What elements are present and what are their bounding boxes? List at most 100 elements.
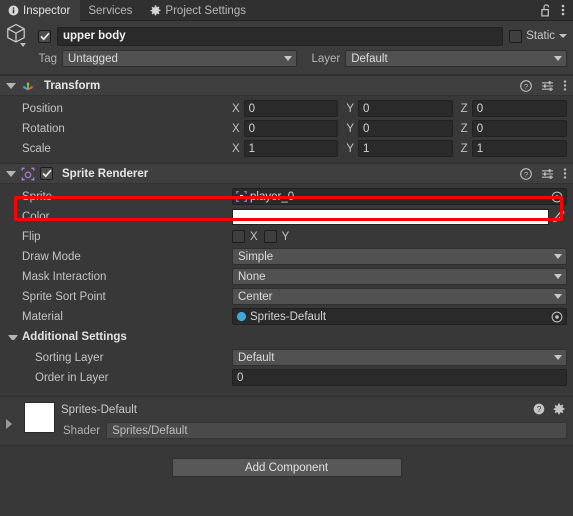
axis-y-label: Y xyxy=(346,142,354,155)
padlock-open-icon[interactable] xyxy=(541,3,552,17)
add-component-area: Add Component xyxy=(0,446,573,477)
layer-dropdown[interactable]: Default xyxy=(345,50,567,67)
draw-mode-dropdown[interactable]: Simple xyxy=(232,248,567,265)
flip-x-group[interactable]: X xyxy=(232,230,264,243)
kebab-menu-icon[interactable] xyxy=(561,3,565,17)
gear-icon[interactable] xyxy=(553,403,565,415)
scale-x-input[interactable]: 1 xyxy=(243,140,339,157)
scale-label: Scale xyxy=(22,142,51,155)
static-label: Static xyxy=(526,30,555,42)
sprite-label: Sprite xyxy=(22,190,53,203)
axis-z-label: Z xyxy=(460,122,468,135)
sorting-layer-label: Sorting Layer xyxy=(35,351,104,364)
sprite-sort-point-dropdown[interactable]: Center xyxy=(232,288,567,305)
kebab-menu-icon[interactable] xyxy=(563,79,567,92)
additional-settings-header[interactable]: Additional Settings xyxy=(0,328,573,346)
flip-y-group[interactable]: Y xyxy=(263,230,296,243)
cube-icon[interactable] xyxy=(6,22,32,50)
tab-bar: Inspector Services Project Settings xyxy=(0,0,573,21)
gear-icon xyxy=(150,5,161,16)
rotation-label: Rotation xyxy=(22,122,65,135)
axis-z-label: Z xyxy=(460,102,468,115)
axis-x-label: X xyxy=(232,142,240,155)
order-in-layer-row: Order in Layer 0 xyxy=(0,368,573,387)
preset-settings-icon[interactable] xyxy=(541,80,554,92)
material-preview-foldout[interactable] xyxy=(6,402,18,439)
chevron-down-icon xyxy=(554,56,562,61)
svg-text:?: ? xyxy=(537,405,542,414)
transform-title: Transform xyxy=(44,79,101,92)
order-in-layer-value: 0 xyxy=(237,371,244,384)
position-label: Position xyxy=(22,102,63,115)
additional-settings-foldout-arrow-icon[interactable] xyxy=(8,334,18,340)
tag-value: Untagged xyxy=(68,52,118,65)
position-y-input[interactable]: 0 xyxy=(358,100,453,117)
axis-y-label: Y xyxy=(346,102,354,115)
chevron-down-icon xyxy=(554,274,562,279)
position-y-value: 0 xyxy=(363,102,370,115)
color-swatch-field[interactable] xyxy=(232,208,549,225)
help-icon[interactable]: ? xyxy=(520,167,532,180)
tab-project-settings-label: Project Settings xyxy=(165,4,246,17)
material-object-field[interactable]: Sprites-Default xyxy=(232,308,567,325)
kebab-menu-icon[interactable] xyxy=(563,167,567,180)
position-x-input[interactable]: 0 xyxy=(243,100,339,117)
tab-inspector[interactable]: Inspector xyxy=(0,0,81,21)
object-picker-icon[interactable] xyxy=(550,191,564,203)
transform-foldout-arrow-icon[interactable] xyxy=(6,82,16,89)
material-value: Sprites-Default xyxy=(250,310,327,323)
sorting-layer-value: Default xyxy=(238,351,275,364)
chevron-down-icon xyxy=(554,254,562,259)
help-icon[interactable]: ? xyxy=(533,403,545,415)
gameobject-enabled-checkbox[interactable] xyxy=(38,29,51,43)
flip-x-checkbox[interactable] xyxy=(232,230,245,243)
gameobject-name-input[interactable]: upper body xyxy=(57,26,504,46)
eyedropper-icon[interactable] xyxy=(549,210,567,223)
object-picker-icon[interactable] xyxy=(550,311,564,323)
material-preview-foldout-arrow-icon[interactable] xyxy=(6,419,16,429)
add-component-button[interactable]: Add Component xyxy=(171,458,402,477)
color-row: Color xyxy=(0,207,573,226)
rotation-z-input[interactable]: 0 xyxy=(471,120,567,137)
draw-mode-row: Draw Mode Simple xyxy=(0,247,573,266)
rotation-y-input[interactable]: 0 xyxy=(358,120,453,137)
static-toggle-group[interactable]: Static xyxy=(509,29,567,43)
sprite-renderer-component-header[interactable]: Sprite Renderer ? xyxy=(0,163,573,184)
rotation-x-input[interactable]: 0 xyxy=(243,120,339,137)
material-field-container: Sprites-Default xyxy=(232,308,567,325)
tab-services[interactable]: Services xyxy=(80,0,142,21)
scale-z-input[interactable]: 1 xyxy=(471,140,567,157)
material-label: Material xyxy=(22,310,63,323)
material-preview-name: Sprites-Default xyxy=(61,404,138,416)
sorting-layer-dropdown[interactable]: Default xyxy=(232,349,567,366)
transform-component-header[interactable]: Transform ? xyxy=(0,75,573,96)
gameobject-header: upper body Static Tag Untagged Layer Def… xyxy=(0,21,573,75)
flip-row: Flip X Y xyxy=(0,227,573,246)
tab-bar-right-controls xyxy=(541,0,573,20)
tag-dropdown[interactable]: Untagged xyxy=(62,50,298,67)
sprite-object-field[interactable]: player_0 xyxy=(232,188,567,205)
position-z-input[interactable]: 0 xyxy=(471,100,567,117)
scale-x-value: 1 xyxy=(248,142,256,155)
scale-y-input[interactable]: 1 xyxy=(358,140,453,157)
sprite-renderer-enabled-checkbox[interactable] xyxy=(40,167,53,180)
flip-y-checkbox[interactable] xyxy=(263,230,277,243)
flip-controls: X Y xyxy=(232,228,567,245)
draw-mode-container: Simple xyxy=(232,248,567,265)
preset-settings-icon[interactable] xyxy=(541,168,554,180)
tab-project-settings[interactable]: Project Settings xyxy=(142,0,256,21)
static-checkbox[interactable] xyxy=(509,29,523,43)
material-row: Material Sprites-Default xyxy=(0,307,573,326)
shader-dropdown[interactable]: Sprites/Default xyxy=(106,422,567,439)
sprite-renderer-foldout-arrow-icon[interactable] xyxy=(6,170,16,177)
rotation-z-value: 0 xyxy=(476,122,484,135)
shader-label: Shader xyxy=(63,424,101,437)
static-dropdown-arrow-icon[interactable] xyxy=(559,34,567,38)
mask-interaction-value: None xyxy=(238,270,266,283)
help-icon[interactable]: ? xyxy=(520,79,532,92)
position-vector3: X0 Y0 Z0 xyxy=(232,100,567,117)
order-in-layer-input[interactable]: 0 xyxy=(232,369,567,386)
material-preview-swatch[interactable] xyxy=(24,402,55,433)
mask-interaction-dropdown[interactable]: None xyxy=(232,268,567,285)
order-in-layer-container: 0 xyxy=(232,369,567,386)
